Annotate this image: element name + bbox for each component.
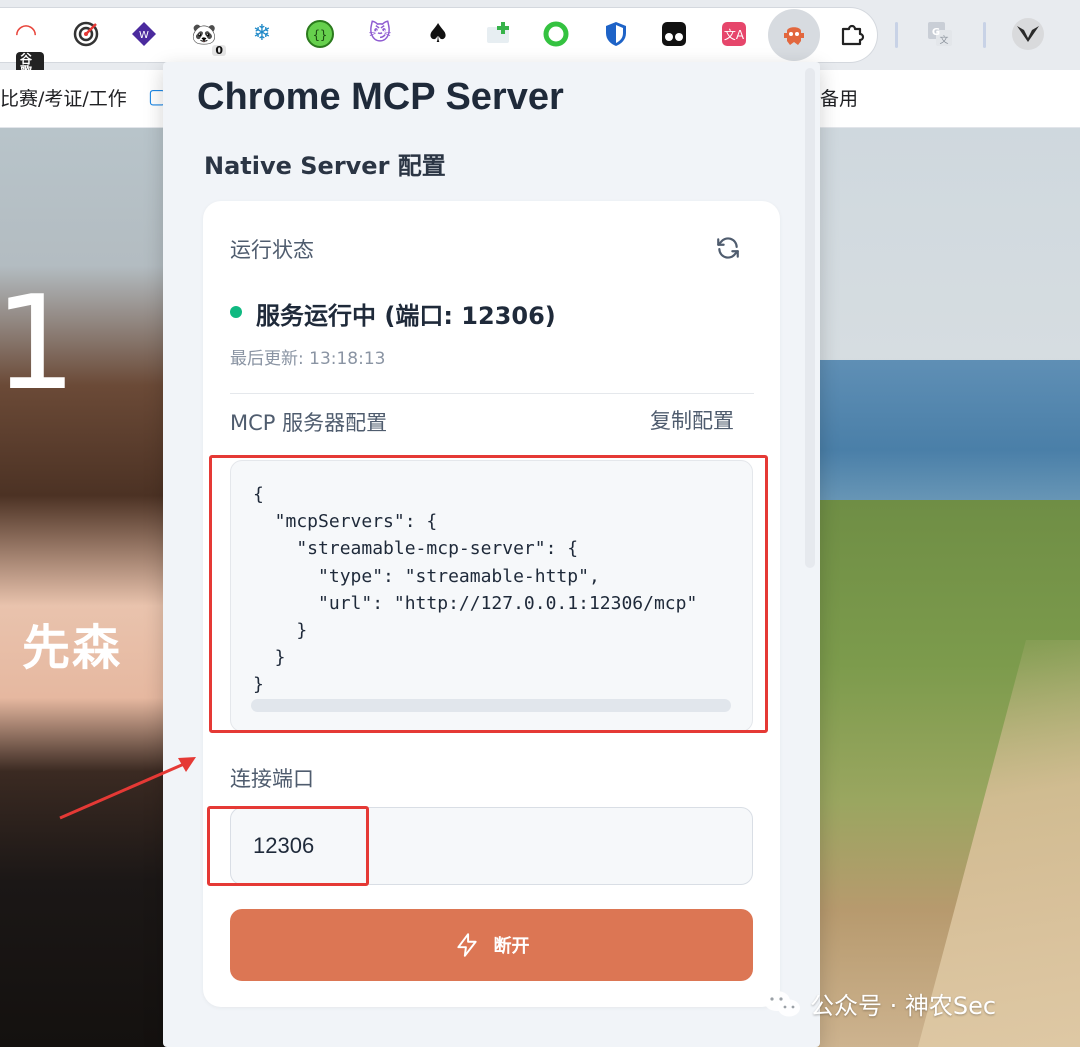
spade-code-icon[interactable]: ♠ <box>420 16 456 52</box>
toolbar-separator <box>983 22 986 48</box>
purple-diamond-icon[interactable]: W <box>126 16 162 52</box>
annotation-box-port <box>207 806 369 886</box>
translate-icon[interactable]: 文A <box>716 16 752 52</box>
refresh-icon <box>717 237 739 259</box>
background-big-char: 1 <box>0 267 77 419</box>
watermark: 公众号 · 神农Sec <box>762 986 996 1021</box>
puzzle-icon[interactable] <box>834 16 870 52</box>
google-translate-badge-icon[interactable]: ◠ 谷歌 <box>8 16 44 78</box>
avatar[interactable] <box>1010 16 1046 52</box>
bookmark-folder-backup[interactable]: 备用 <box>820 84 858 111</box>
background-sea <box>820 360 1080 510</box>
svg-text:W: W <box>139 30 149 41</box>
target-icon[interactable] <box>68 16 104 52</box>
green-plus-icon[interactable] <box>480 16 516 52</box>
port-label: 连接端口 <box>230 767 314 791</box>
disconnect-button[interactable]: 断开 <box>230 909 753 981</box>
config-label: MCP 服务器配置 <box>230 411 388 435</box>
section-title: Native Server 配置 <box>204 152 446 180</box>
disconnect-label: 断开 <box>493 936 530 957</box>
toolbar-separator <box>895 22 898 48</box>
background-portrait <box>0 128 170 1047</box>
tampermonkey-icon[interactable] <box>656 16 692 52</box>
green-ring-icon[interactable] <box>538 16 574 52</box>
extension-count: 0 <box>212 45 226 56</box>
bookmark-folder-work[interactable]: 比赛/考证/工作 <box>0 84 127 111</box>
svg-text:文: 文 <box>939 34 948 46</box>
browser-toolbar: ◠ 谷歌 W 🐼 0 ❄ {} 😼 ♠ 文A G文 <box>0 0 1080 78</box>
last-updated: 最后更新: 13:18:13 <box>230 349 386 369</box>
mcp-robot-icon[interactable] <box>768 9 820 61</box>
snowflake-icon[interactable]: ❄ <box>244 16 280 52</box>
status-label: 运行状态 <box>230 238 314 262</box>
shield-icon[interactable] <box>598 16 634 52</box>
popup-scrollbar[interactable] <box>805 68 815 568</box>
watermark-text: 公众号 · 神农Sec <box>810 992 997 1020</box>
wechat-icon <box>764 990 800 1016</box>
status-text: 服务运行中 (端口: 12306) <box>256 302 556 330</box>
background-name-text: 先森 <box>22 620 123 676</box>
status-dot <box>230 306 242 318</box>
svg-text:文A: 文A <box>724 27 745 42</box>
popup-title: Chrome MCP Server <box>197 76 564 118</box>
json-braces-icon[interactable]: {} <box>302 16 338 52</box>
panda-icon[interactable]: 🐼 0 <box>186 16 226 56</box>
lightning-icon <box>456 933 477 957</box>
annotation-box-config <box>209 455 768 733</box>
copy-config-button[interactable]: 复制配置 <box>650 405 734 435</box>
refresh-button[interactable] <box>712 232 744 264</box>
kitty-icon[interactable]: 😼 <box>362 16 398 52</box>
svg-text:{}: {} <box>313 28 327 42</box>
divider <box>230 393 754 394</box>
google-translate-icon[interactable]: G文 <box>922 16 958 52</box>
